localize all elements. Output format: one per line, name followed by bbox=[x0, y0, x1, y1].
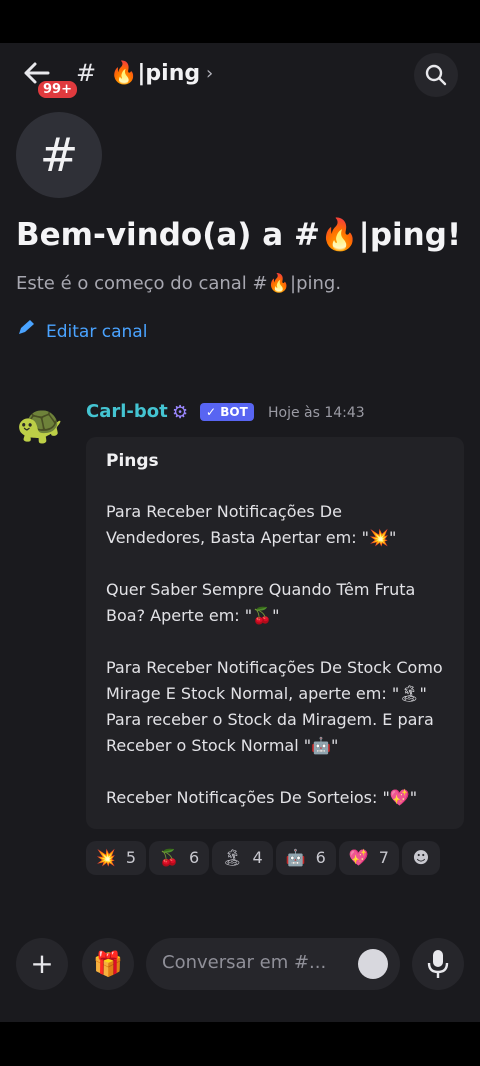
reaction-emoji: 💥 bbox=[96, 848, 116, 867]
reaction-button[interactable]: 💥 5 bbox=[86, 841, 147, 875]
gift-button[interactable]: 🎁 bbox=[82, 938, 134, 990]
reaction-count: 4 bbox=[252, 848, 263, 867]
message-embed: Pings Para Receber Notificações De Vende… bbox=[86, 437, 464, 829]
microphone-icon bbox=[427, 950, 449, 978]
edit-channel-label: Editar canal bbox=[46, 322, 148, 342]
message-timestamp: Hoje às 14:43 bbox=[268, 405, 365, 421]
embed-line: Quer Saber Sempre Quando Têm Fruta Boa? … bbox=[106, 580, 416, 625]
reaction-emoji: 🏝 bbox=[222, 848, 243, 867]
embed-title: Pings bbox=[106, 451, 159, 471]
reaction-button[interactable]: 🍒 6 bbox=[149, 841, 210, 875]
smiley-icon: ☻ bbox=[412, 848, 430, 867]
app-badge-icon: ⚙ bbox=[172, 402, 189, 423]
search-icon bbox=[425, 64, 447, 86]
embed-line: Para Receber Notificações De Stock Como … bbox=[106, 658, 443, 755]
embed-line: Receber Notificações De Sorteios: "💖" bbox=[106, 788, 418, 807]
plus-icon: + bbox=[30, 947, 54, 980]
reaction-count: 5 bbox=[125, 848, 137, 867]
welcome-title: Bem-vindo(a) a #🔥|ping! bbox=[16, 217, 462, 253]
reaction-count: 6 bbox=[315, 848, 326, 867]
chevron-right-icon[interactable]: › bbox=[206, 63, 213, 84]
add-attachment-button[interactable]: + bbox=[16, 938, 68, 990]
reaction-emoji: 🍒 bbox=[159, 848, 180, 867]
message-author[interactable]: Carl-bot bbox=[86, 401, 168, 422]
reaction-count: 7 bbox=[378, 848, 389, 867]
reaction-emoji: 💖 bbox=[348, 848, 369, 867]
reaction-button[interactable]: 💖 7 bbox=[338, 841, 399, 875]
reaction-button[interactable]: 🏝 4 bbox=[212, 841, 273, 875]
add-reaction-button[interactable]: ☻ bbox=[401, 841, 440, 875]
channel-header: 99+ # 🔥|ping › bbox=[0, 43, 480, 107]
voice-message-button[interactable] bbox=[412, 938, 464, 990]
navigation-bar bbox=[0, 1022, 480, 1066]
reaction-emoji: 🤖 bbox=[285, 848, 306, 867]
reaction-bar: 💥 5 🍒 6 🏝 4 🤖 6 💖 7 ☻ bbox=[86, 841, 443, 877]
edit-channel-link[interactable]: Editar canal bbox=[16, 319, 147, 342]
message-input[interactable]: Conversar em #... bbox=[146, 938, 400, 990]
reaction-button[interactable]: 🤖 6 bbox=[275, 841, 336, 875]
bot-tag: ✓ BOT bbox=[200, 403, 254, 421]
channel-title[interactable]: 🔥|ping bbox=[110, 61, 200, 86]
channel-avatar: # bbox=[16, 112, 102, 198]
hash-icon: # bbox=[76, 59, 97, 87]
gift-icon: 🎁 bbox=[93, 950, 123, 978]
message-input-placeholder: Conversar em #... bbox=[162, 952, 327, 973]
welcome-subtitle: Este é o começo do canal #🔥|ping. bbox=[16, 273, 342, 294]
message-composer: + 🎁 Conversar em #... bbox=[0, 938, 480, 992]
search-button[interactable] bbox=[414, 53, 458, 97]
avatar[interactable]: 🐢 bbox=[16, 402, 68, 446]
unread-badge: 99+ bbox=[36, 79, 79, 100]
pencil-icon bbox=[16, 319, 36, 342]
embed-line: Para Receber Notificações De Vendedores,… bbox=[106, 502, 397, 547]
reaction-count: 6 bbox=[189, 848, 200, 867]
emoji-picker-icon[interactable] bbox=[358, 949, 388, 979]
status-bar bbox=[0, 0, 480, 43]
